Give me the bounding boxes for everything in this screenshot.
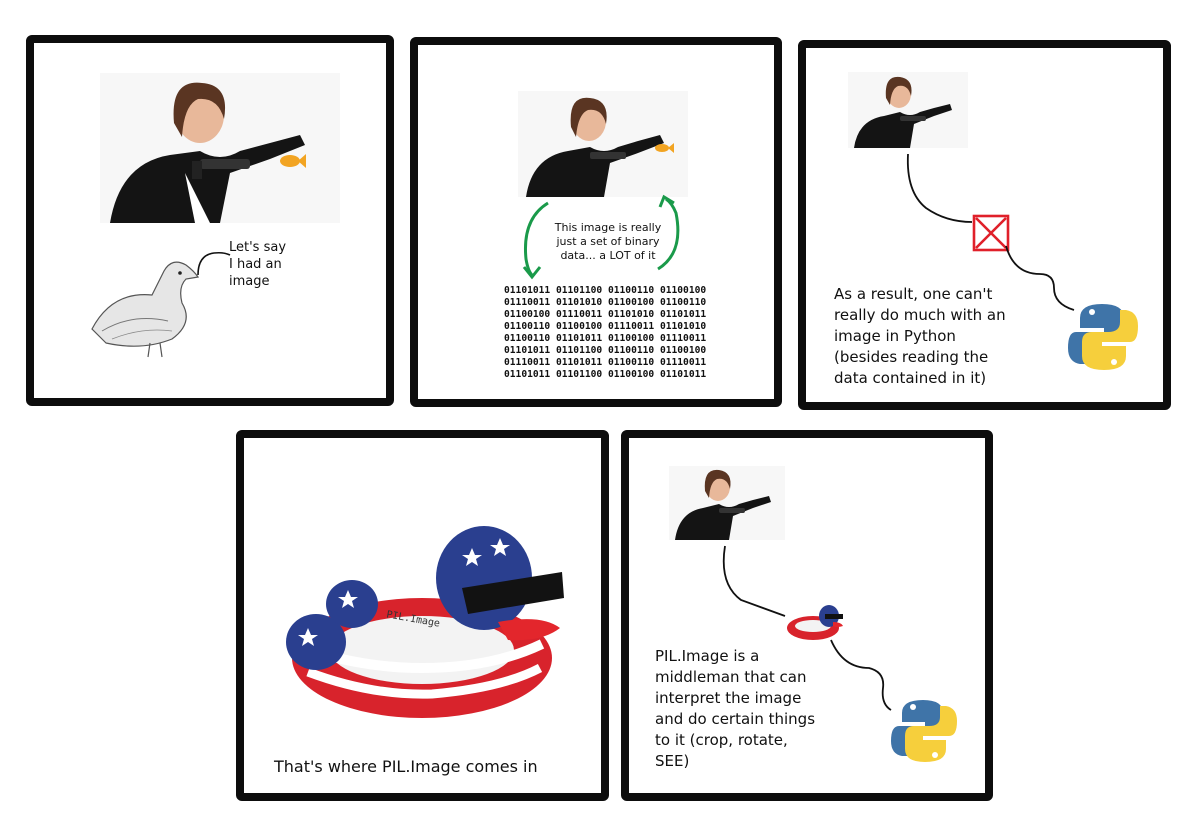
panel-4-caption: That's where PIL.Image comes in xyxy=(274,757,538,776)
panel-5-caption: PIL.Image is a middleman that can interp… xyxy=(655,647,816,770)
comic-panel-1: Let's say I had an image xyxy=(26,35,394,406)
duck-sketch-icon xyxy=(91,261,200,358)
inflatable-duck-float-icon xyxy=(787,605,843,640)
comic-panel-2: This image is really just a set of binar… xyxy=(410,37,782,407)
panel-2-caption: This image is really just a set of binar… xyxy=(554,221,662,262)
goldfish-icon xyxy=(280,154,306,168)
binary-data-block: 01101011 01101100 01100110 01100100 0111… xyxy=(504,285,707,380)
speech-squiggle-icon xyxy=(197,251,231,276)
curved-line-1 xyxy=(722,545,786,617)
panel-1-caption: Let's say I had an image xyxy=(229,240,287,289)
woman-with-gun-icon xyxy=(848,72,968,148)
goldfish-icon xyxy=(655,143,674,153)
comic-panel-4: PIL.Image That's where PIL.Image comes i… xyxy=(236,430,609,801)
comic-panel-3: As a result, one can't really do much wi… xyxy=(798,40,1171,410)
python-logo-icon xyxy=(1068,304,1138,370)
woman-with-gun-icon xyxy=(100,73,340,223)
woman-with-gun-icon xyxy=(669,466,785,540)
comic-panel-5: PIL.Image is a middleman that can interp… xyxy=(621,430,993,801)
python-logo-icon xyxy=(891,700,957,762)
panel-3-caption: As a result, one can't really do much wi… xyxy=(834,285,1006,387)
